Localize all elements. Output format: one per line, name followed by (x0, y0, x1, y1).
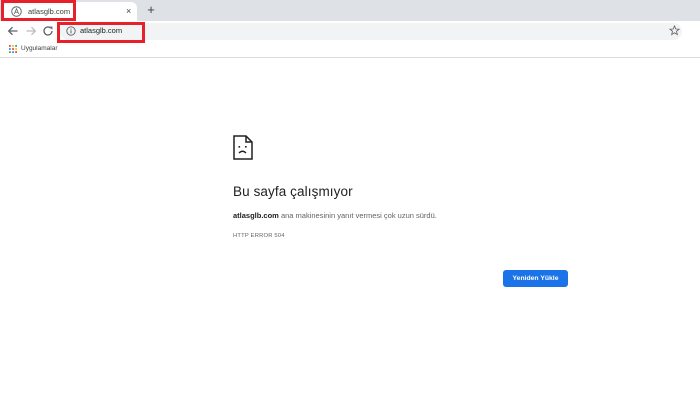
apps-grid-icon[interactable] (9, 45, 17, 53)
back-arrow-icon[interactable] (6, 24, 20, 38)
tab-close-icon[interactable]: × (126, 5, 131, 17)
error-code: HTTP ERROR 504 (233, 233, 285, 239)
error-host: atlasglb.com (233, 211, 279, 220)
error-message: ana makinesinin yanıt vermesi çok uzun s… (278, 211, 437, 220)
error-description: atlasglb.com ana makinesinin yanıt verme… (233, 210, 437, 221)
forward-arrow-icon[interactable] (24, 24, 38, 38)
star-icon[interactable] (669, 25, 680, 36)
tab-highlight-box (1, 0, 76, 21)
address-bar[interactable]: atlasglb.com (60, 23, 682, 40)
error-title: Bu sayfa çalışmıyor (233, 184, 353, 199)
url-highlight-box (57, 22, 145, 43)
apps-bookmark-label[interactable]: Uygulamalar (21, 44, 58, 54)
new-tab-button[interactable]: + (144, 3, 158, 17)
tab-strip: atlasglb.com × + (0, 0, 700, 21)
reload-icon[interactable] (41, 24, 55, 38)
reload-button[interactable]: Yeniden Yükle (503, 270, 568, 287)
sad-page-icon (233, 135, 253, 160)
bookmarks-bar: Uygulamalar (0, 41, 700, 58)
